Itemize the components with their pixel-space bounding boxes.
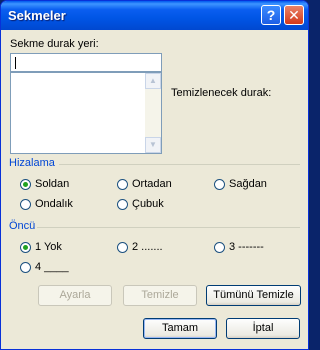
dialog-title: Sekmeler [8,8,66,23]
tab-stop-input[interactable] [10,53,162,72]
radio-icon [20,241,31,253]
help-icon: ? [266,7,276,23]
align-center-radio[interactable]: Ortadan [117,178,172,190]
align-bar-radio[interactable]: Çubuk [117,198,164,210]
radio-icon [117,241,128,253]
scroll-up-icon[interactable]: ▲ [145,73,161,89]
align-decimal-radio[interactable]: Ondalık [20,198,73,210]
close-icon: ✕ [288,7,300,23]
leader-dots-radio[interactable]: 2 ....... [117,241,163,253]
ok-button[interactable]: Tamam [143,318,217,339]
title-bar[interactable]: Sekmeler ? ✕ [1,1,308,30]
leader-section-title: Öncü [9,220,36,232]
tab-stop-label: Sekme durak yeri: [10,38,99,50]
clear-all-button[interactable]: Tümünü Temizle [206,285,301,306]
alignment-section-title: Hizalama [9,157,55,169]
align-left-radio[interactable]: Soldan [20,178,69,190]
radio-icon [117,178,128,190]
align-right-radio[interactable]: Sağdan [214,178,267,190]
close-button[interactable]: ✕ [284,5,304,25]
leader-divider [37,227,300,228]
leader-underline-radio[interactable]: 4 ____ [20,261,69,273]
radio-icon [20,198,31,210]
radio-icon [214,178,225,190]
radio-icon [20,178,31,190]
set-button[interactable]: Ayarla [38,285,112,306]
scroll-down-icon[interactable]: ▼ [145,137,161,153]
clear-button[interactable]: Temizle [123,285,197,306]
clear-stops-label: Temizlenecek durak: [171,87,272,99]
help-button[interactable]: ? [261,5,281,25]
alignment-divider [59,164,300,165]
text-caret [15,57,16,69]
radio-icon [214,241,225,253]
tab-stop-scrollbar[interactable]: ▲ ▼ [145,73,161,153]
tab-stop-list[interactable]: ▲ ▼ [10,72,162,154]
tabs-dialog: Sekmeler ? ✕ Sekme durak yeri: ▲ ▼ Temiz… [0,0,309,350]
radio-icon [20,261,31,273]
cancel-button[interactable]: İptal [226,318,300,339]
leader-dashes-radio[interactable]: 3 ------- [214,241,264,253]
leader-none-radio[interactable]: 1 Yok [20,241,62,253]
radio-icon [117,198,128,210]
